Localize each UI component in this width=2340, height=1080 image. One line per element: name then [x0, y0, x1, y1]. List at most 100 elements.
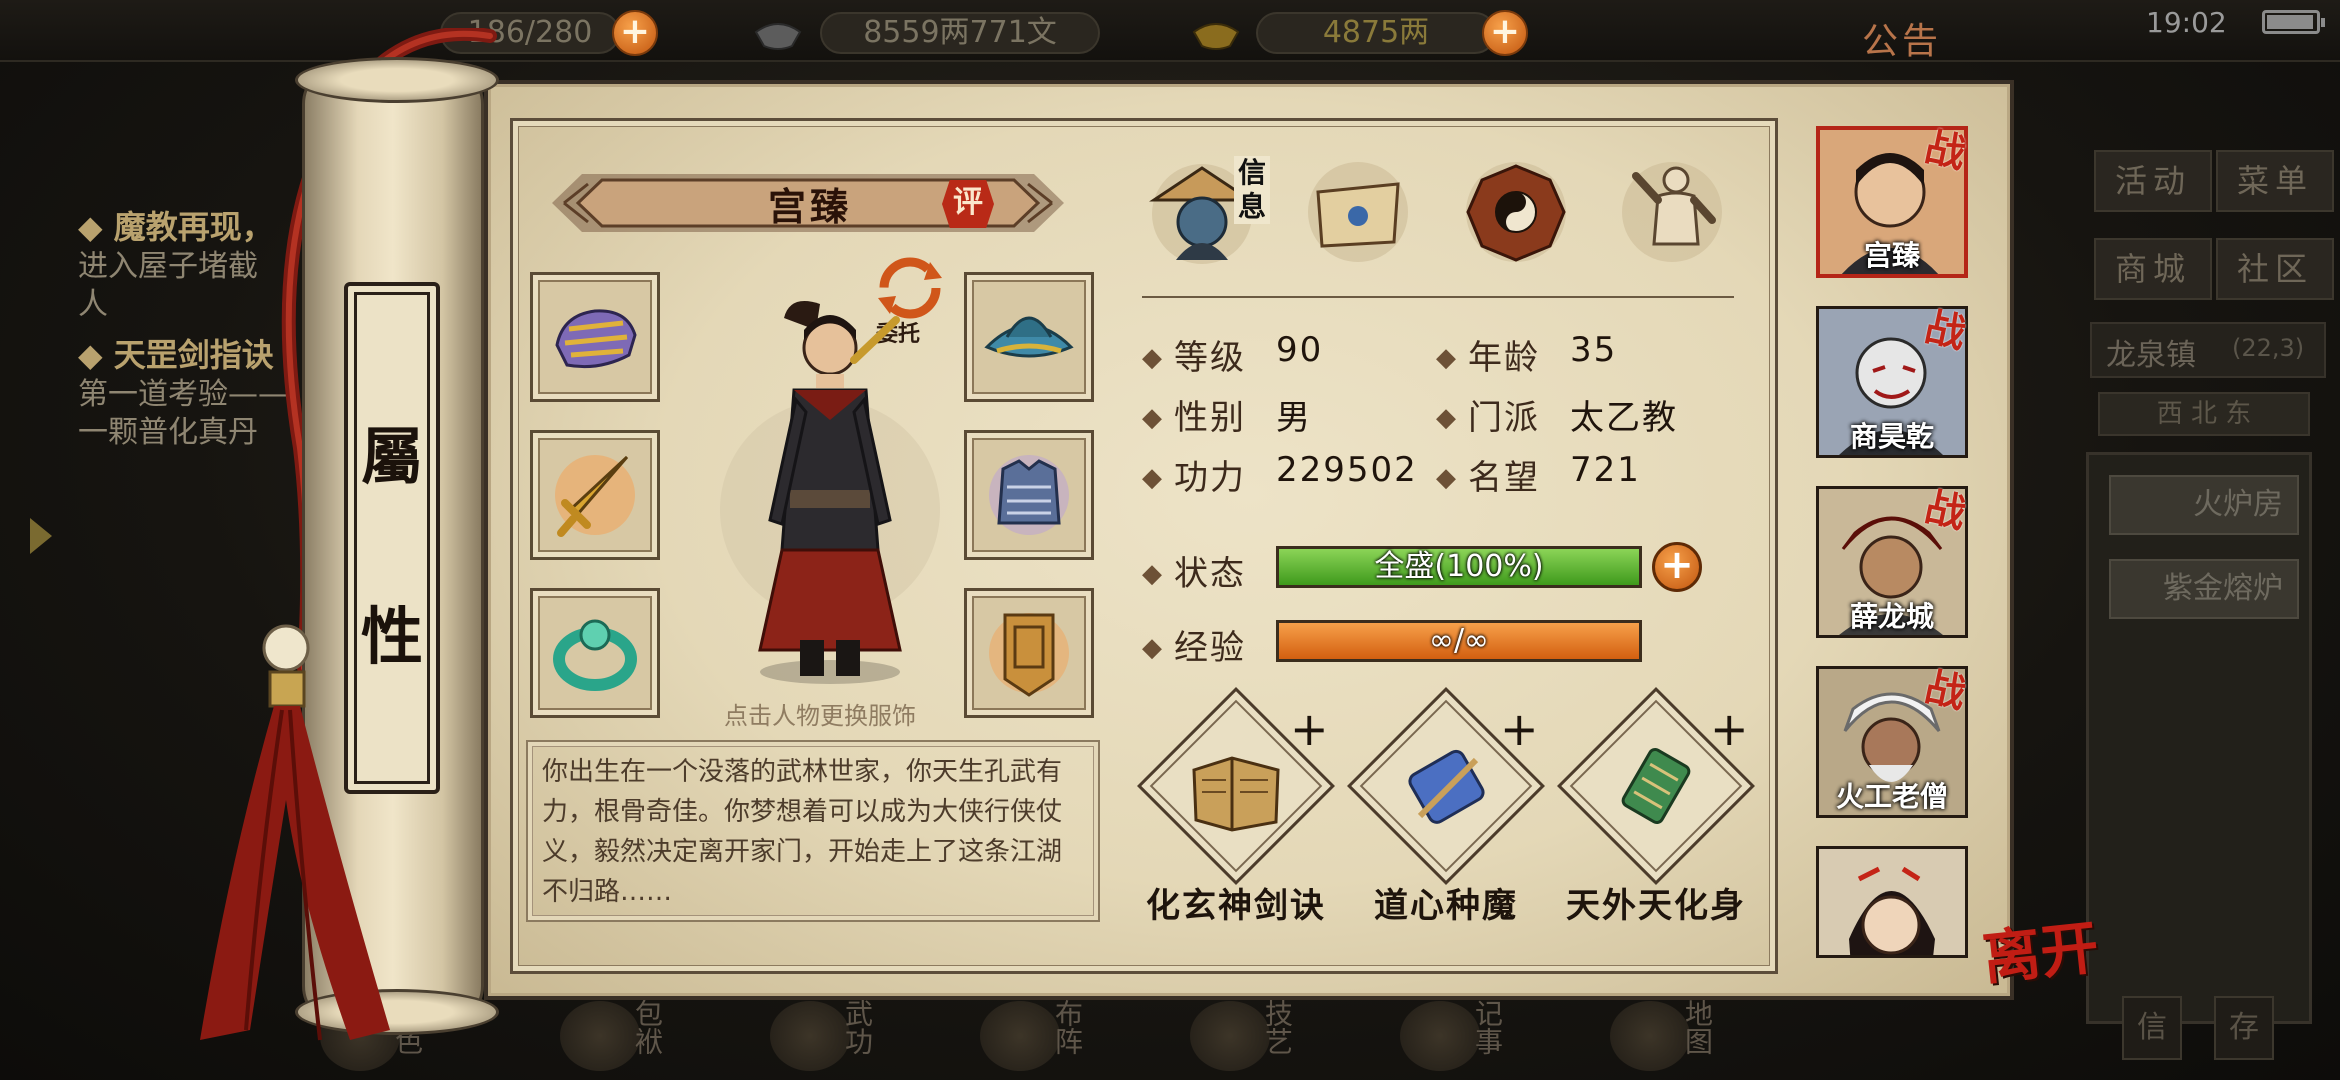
skill-green-scroll-icon — [1621, 747, 1691, 825]
furnace-room-button[interactable]: 火炉房 — [2109, 475, 2299, 535]
exp-bar: ∞/∞ — [1276, 620, 1642, 662]
sword-icon — [555, 455, 635, 537]
silver-ingot-icon — [754, 23, 802, 50]
skill-book-icon — [1192, 756, 1280, 832]
bottom-nav: 角色 包袱 武功 布阵 技艺 记事 地图 — [320, 995, 2040, 1080]
skill-add-3[interactable]: + — [1710, 702, 1749, 756]
bagua-icon — [980, 1001, 1060, 1071]
nav-bag-label: 包袱 — [631, 999, 664, 1055]
menu-button[interactable]: 菜单 — [2216, 150, 2334, 212]
quest-desc-1b: 人 — [78, 287, 108, 322]
skill-add-1[interactable]: + — [1290, 702, 1329, 756]
scroll-title-char-1: 屬 — [360, 420, 423, 493]
quest-desc-2b: 一颗普化真丹 — [78, 415, 258, 450]
leave-button[interactable]: 离开 — [1978, 900, 2102, 996]
skill-name-3: 天外天化身 — [1566, 886, 1746, 926]
character-bio: 你出生在一个没落的武林世家，你天生孔武有力，根骨奇佳。你梦想着可以成为大侠行侠仗… — [542, 757, 1063, 907]
age-value: 35 — [1570, 330, 1618, 370]
state-bar-text: 全盛(100%) — [1374, 549, 1544, 584]
bag-icon — [560, 1001, 640, 1071]
tassel-icon — [200, 624, 390, 1041]
quest-title-1-text: 魔教再现， — [113, 208, 274, 246]
sect-label: 门派 — [1436, 390, 1540, 439]
fame-value: 721 — [1570, 450, 1641, 490]
nav-map-label: 地图 — [1681, 999, 1714, 1055]
location-bar[interactable]: 龙泉镇 (22,3) — [2090, 322, 2326, 378]
state-bar: 全盛(100%) — [1276, 546, 1642, 588]
scroll-document-icon[interactable] — [1302, 156, 1414, 268]
nav-journal-label: 记事 — [1471, 999, 1504, 1055]
map-icon — [1610, 1001, 1690, 1071]
location-coords: (22,3) — [2232, 334, 2305, 362]
rate-button[interactable]: 评 — [942, 180, 994, 228]
team-member-name-1: 宫臻 — [1863, 239, 1920, 272]
expand-arrow-icon[interactable] — [30, 518, 52, 554]
nav-formation-label: 布阵 — [1051, 999, 1084, 1055]
nav-martial-label: 武功 — [841, 999, 874, 1055]
fame-label: 名望 — [1436, 450, 1540, 499]
skill-add-2[interactable]: + — [1500, 702, 1539, 756]
level-value: 90 — [1276, 330, 1324, 370]
info-divider — [1142, 296, 1734, 298]
shop-button[interactable]: 商城 — [2094, 238, 2212, 300]
purple-gold-furnace-button[interactable]: 紫金熔炉 — [2109, 559, 2299, 619]
facility-panel: 火炉房 紫金熔炉 — [2086, 452, 2312, 1024]
location-name: 龙泉镇 — [2106, 338, 2196, 373]
journal-icon — [1400, 1001, 1480, 1071]
state-restore-button[interactable]: + — [1652, 542, 1702, 592]
nav-skills-label: 技艺 — [1261, 999, 1294, 1055]
bagua-icon[interactable] — [1460, 156, 1572, 268]
team-member-name-4: 火工老僧 — [1835, 780, 1948, 813]
quest-desc-2a: 第一道考验—— — [78, 377, 288, 412]
quest-title-2[interactable]: ◆ 天罡剑指诀 — [78, 330, 274, 376]
gender-value: 男 — [1276, 398, 1312, 438]
change-outfit-hint: 点击人物更换服饰 — [724, 702, 916, 730]
mail-button[interactable]: 信 — [2122, 996, 2182, 1060]
community-button[interactable]: 社区 — [2216, 238, 2334, 300]
character-bio-box: 你出生在一个没落的武林世家，你天生孔武有力，根骨奇佳。你梦想着可以成为大侠行侠仗… — [526, 740, 1100, 922]
skill-scroll-icon — [1408, 749, 1485, 824]
gold-add-button[interactable]: + — [1482, 10, 1528, 56]
skill-slot-3[interactable]: + 天外天化身 — [1556, 687, 1776, 926]
armor-icon — [989, 455, 1069, 535]
equip-slot-gloves[interactable] — [530, 272, 660, 402]
team-member-name-3: 薛龙城 — [1849, 600, 1934, 633]
token-plaque-icon — [989, 613, 1069, 697]
silver-display: 8559两771文 — [820, 12, 1100, 54]
activity-button[interactable]: 活动 — [2094, 150, 2212, 212]
quest-title-1[interactable]: ◆ 魔教再现， — [78, 202, 274, 248]
gold-ingot-icon — [1192, 23, 1240, 50]
character-name: 宫臻 — [767, 185, 852, 229]
age-label: 年龄 — [1436, 330, 1540, 379]
sect-value: 太乙教 — [1570, 398, 1678, 438]
level-label: 等级 — [1142, 330, 1246, 379]
portrait-female-hero — [1819, 849, 1965, 955]
book-icon — [770, 1001, 850, 1071]
exp-label: 经验 — [1142, 620, 1246, 669]
stamina-add-button[interactable]: + — [612, 10, 658, 56]
notice-button[interactable]: 公告 — [1862, 12, 1942, 64]
quest-desc-1a: 进入屋子堵截 — [78, 249, 258, 284]
gauntlet-icon — [555, 309, 637, 369]
gold-display: 4875两 — [1256, 12, 1496, 54]
hat-icon — [984, 316, 1074, 358]
gender-label: 性别 — [1142, 390, 1246, 439]
equip-slot-weapon[interactable] — [530, 430, 660, 560]
clock: 19:02 — [2146, 6, 2227, 39]
info-tab-label[interactable]: 信息 — [1234, 156, 1270, 224]
exp-bar-text: ∞/∞ — [1428, 623, 1490, 658]
character-avatar[interactable] — [700, 300, 960, 700]
equip-slot-armor[interactable] — [964, 430, 1094, 560]
battery-icon — [2262, 10, 2325, 34]
power-value: 229502 — [1276, 450, 1418, 490]
power-label: 功力 — [1142, 450, 1246, 499]
meridian-body-icon[interactable] — [1616, 156, 1728, 268]
compass-bar: 西 北 东 — [2098, 392, 2310, 436]
state-label: 状态 — [1142, 546, 1246, 595]
team-member-name-2: 商昊乾 — [1849, 420, 1934, 453]
equip-slot-hat[interactable] — [964, 272, 1094, 402]
quest-title-2-text: 天罡剑指诀 — [113, 336, 274, 374]
save-button[interactable]: 存 — [2214, 996, 2274, 1060]
skill-icon — [1190, 1001, 1270, 1071]
team-member-5[interactable] — [1816, 846, 1968, 958]
